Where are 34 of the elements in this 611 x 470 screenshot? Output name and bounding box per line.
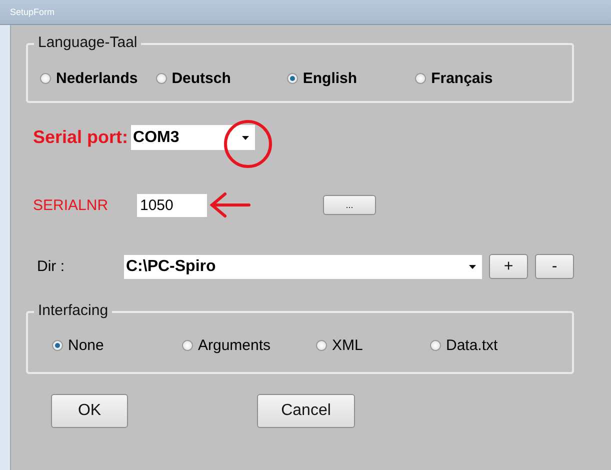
- radio-label[interactable]: Deutsch: [172, 70, 231, 86]
- input-field[interactable]: 1050: [137, 194, 207, 216]
- small-button[interactable]: -: [535, 254, 574, 279]
- radio-label[interactable]: English: [302, 70, 358, 86]
- dropdown[interactable]: COM3: [131, 125, 256, 150]
- cancel-button[interactable]: Cancel: [257, 394, 355, 428]
- caret-icon: [469, 264, 476, 268]
- annotation-circle: [223, 119, 273, 169]
- radio-button[interactable]: [286, 72, 298, 84]
- radio-label[interactable]: Français: [431, 70, 493, 86]
- radio-label[interactable]: None: [68, 337, 104, 354]
- radio-button[interactable]: [40, 72, 51, 84]
- radio-button[interactable]: [415, 72, 426, 84]
- radio-button[interactable]: [430, 340, 441, 351]
- field-label: Dir :: [37, 258, 66, 275]
- radio-label[interactable]: Data.txt: [446, 337, 498, 354]
- radio-button[interactable]: [316, 340, 327, 351]
- small-button[interactable]: +: [489, 254, 528, 279]
- radio-label[interactable]: XML: [332, 337, 363, 354]
- window-title: SetupForm: [10, 7, 55, 17]
- group-title: Language-Taal: [34, 34, 142, 51]
- browse-button[interactable]: ...: [323, 195, 376, 215]
- dropdown[interactable]: C:\PC-Spiro: [124, 254, 482, 278]
- field-label: Serial port:: [33, 127, 128, 148]
- radio-label[interactable]: Nederlands: [56, 70, 138, 86]
- radio-button[interactable]: [52, 340, 63, 351]
- radio-label[interactable]: Arguments: [198, 337, 271, 354]
- group-title: Interfacing: [34, 302, 112, 319]
- field-label: SERIALNR: [33, 196, 110, 214]
- ok-button[interactable]: OK: [51, 394, 128, 428]
- radio-button[interactable]: [182, 340, 193, 351]
- radio-button[interactable]: [156, 72, 167, 84]
- caret-icon: [242, 136, 250, 140]
- annotation-arrow: [209, 192, 251, 218]
